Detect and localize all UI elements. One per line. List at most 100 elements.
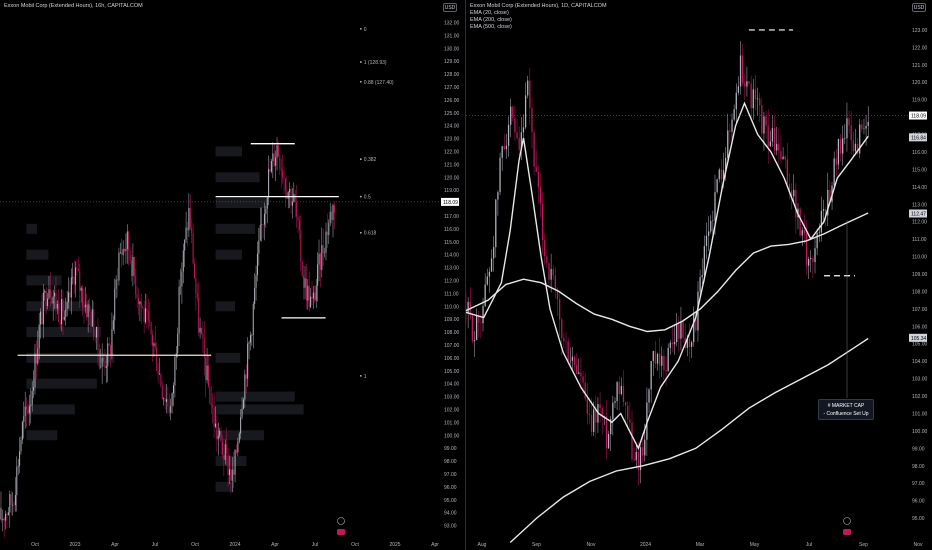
right-chart-panel[interactable]: 123.00122.00121.00120.00119.00118.00117.… (466, 0, 932, 550)
candle-body (290, 189, 292, 206)
candle-body (493, 247, 495, 259)
indicator-ema-20[interactable]: EMA (20, close) (470, 10, 607, 17)
candle-body (324, 252, 326, 254)
x-tick-label: 2024 (640, 542, 651, 548)
y-tick-label: 107.00 (444, 343, 460, 349)
candle-body (671, 342, 674, 345)
candle-body (241, 408, 243, 418)
settings-icon[interactable] (843, 517, 851, 525)
right-chart-canvas[interactable]: 123.00122.00121.00120.00119.00118.00117.… (466, 0, 932, 550)
y-tick-label: 116.00 (912, 150, 927, 156)
candle-body (31, 390, 33, 405)
y-tick-label: 126.00 (444, 98, 460, 104)
candle-body (90, 311, 92, 327)
candle-body (55, 292, 57, 309)
candle-body (576, 364, 578, 375)
candle-body (52, 296, 54, 304)
candle-body (333, 205, 335, 213)
candle-body (752, 89, 754, 109)
candle-body (480, 322, 482, 324)
candle-body (844, 138, 846, 139)
ema-500-line (509, 337, 869, 544)
candle-body (152, 334, 154, 346)
y-tick-label: 130.00 (444, 46, 460, 52)
x-tick-label: Sep (532, 542, 541, 548)
volume-profile-bar (26, 223, 37, 234)
candle-body (83, 306, 85, 308)
alert-flag-icon[interactable] (843, 529, 851, 535)
candle-body (149, 319, 151, 323)
x-tick-label: Jul (152, 542, 158, 548)
left-symbol-title: Exxon Mobil Corp (Extended Hours), 16h, … (4, 3, 143, 9)
candle-body (332, 205, 334, 220)
candle-body (94, 337, 96, 338)
candle-body (138, 298, 140, 305)
candle-body (746, 81, 748, 87)
candle-body (70, 277, 72, 298)
candle-body (145, 308, 147, 323)
candle-body (293, 193, 295, 202)
ema-20-line (466, 101, 869, 451)
candle-body (163, 398, 165, 399)
candle-body (321, 245, 323, 270)
candle-body (720, 169, 723, 180)
candle-body (142, 306, 144, 309)
volume-profile-bar (215, 249, 242, 260)
candle-body (529, 80, 531, 109)
alert-flag-icon[interactable] (337, 529, 345, 535)
y-tick-label: 120.00 (444, 175, 460, 181)
candle-body (622, 386, 625, 403)
y-tick-label: 107.00 (912, 307, 928, 313)
y-tick-label: 100.00 (444, 433, 460, 439)
candle-body (233, 469, 235, 475)
candle-body (45, 290, 47, 307)
candle-body (212, 404, 214, 408)
candle-body (111, 329, 113, 356)
candle-body (656, 353, 659, 364)
candle-body (167, 399, 169, 407)
candle-body (256, 253, 258, 276)
candle-body (17, 465, 19, 468)
candle-body (767, 125, 769, 147)
candle-body (272, 153, 274, 161)
ema-200-line (466, 212, 869, 333)
candle-body (531, 108, 533, 133)
indicator-ema-200[interactable]: EMA (200, close) (470, 17, 607, 24)
candle-body (805, 233, 808, 266)
y-tick-label: 132.00 (444, 20, 460, 26)
y-tick-label: 122.00 (444, 149, 460, 155)
settings-icon[interactable] (337, 517, 345, 525)
y-tick-label: 101.00 (444, 420, 460, 426)
candle-body (497, 192, 499, 200)
candle-body (296, 201, 298, 217)
left-chart-panel[interactable]: 132.00 131.00 130.00 129.00 128.00 127.00 126.… (0, 0, 465, 550)
candle-body (842, 138, 844, 154)
candle-body (795, 189, 797, 218)
left-currency-button[interactable]: USD (443, 3, 457, 12)
x-tick-label: Aug (478, 542, 487, 548)
indicator-ema-500[interactable]: EMA (500, close) (470, 24, 607, 31)
candle-body (527, 80, 529, 96)
y-tick-label: 106.00 (444, 356, 460, 362)
y-tick-label: 100.00 (912, 429, 928, 435)
candle-body (238, 433, 240, 442)
candle-body (51, 297, 53, 304)
candle-body (835, 158, 837, 165)
y-tick-label: 129.00 (444, 59, 460, 65)
right-currency-button[interactable]: USD (912, 3, 926, 12)
candle-body (812, 258, 814, 263)
candle-body (846, 118, 848, 139)
candle-body (221, 441, 223, 455)
left-chart-canvas[interactable]: 132.00 131.00 130.00 129.00 128.00 127.00 126.… (0, 0, 465, 550)
y-tick-label: 127.00 (444, 85, 460, 91)
candle-body (822, 209, 825, 211)
candle-body (331, 211, 333, 220)
candle-body (69, 292, 71, 298)
candle-body (73, 277, 75, 285)
candle-body (20, 440, 22, 452)
candle-body (705, 235, 708, 247)
candle-body (317, 264, 319, 286)
candle-body (304, 278, 306, 288)
candle-body (84, 304, 86, 308)
candle-body (839, 139, 842, 154)
